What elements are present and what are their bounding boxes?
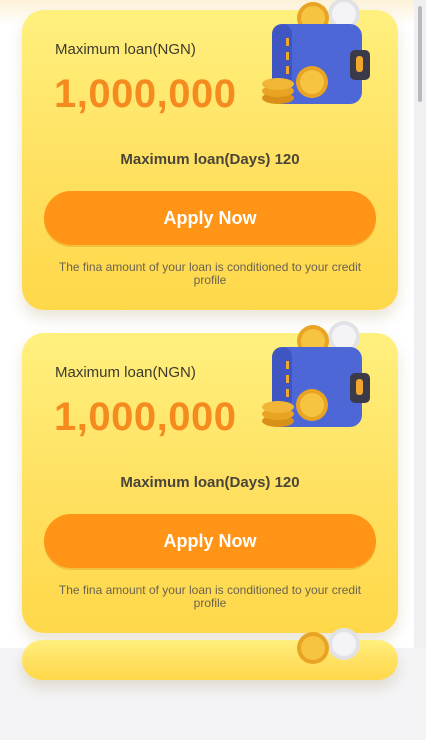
loan-note: The fina amount of your loan is conditio…	[58, 583, 362, 610]
wallet-with-coins-icon	[262, 321, 370, 427]
max-loan-label: Maximum loan(NGN)	[55, 41, 196, 58]
loan-offer-card-partial	[22, 628, 398, 680]
apply-now-button[interactable]: Apply Now	[44, 514, 376, 568]
scrollbar-thumb[interactable]	[418, 6, 422, 102]
wallet-with-coins-icon	[262, 0, 370, 104]
max-loan-days: Maximum loan(Days) 120	[120, 151, 300, 168]
wallet-with-coins-icon	[297, 628, 360, 664]
scrollbar[interactable]	[414, 0, 426, 648]
loan-offer-card: Maximum loan(NGN) 1,000,000 Maximum loan…	[22, 0, 398, 310]
max-loan-amount: 1,000,000	[54, 395, 237, 439]
max-loan-label: Maximum loan(NGN)	[55, 364, 196, 381]
max-loan-days: Maximum loan(Days) 120	[120, 474, 300, 491]
loan-offer-card: Maximum loan(NGN) 1,000,000 Maximum loan…	[22, 321, 398, 633]
loan-note: The fina amount of your loan is conditio…	[58, 260, 362, 287]
max-loan-amount: 1,000,000	[54, 72, 237, 116]
apply-now-button[interactable]: Apply Now	[44, 191, 376, 245]
